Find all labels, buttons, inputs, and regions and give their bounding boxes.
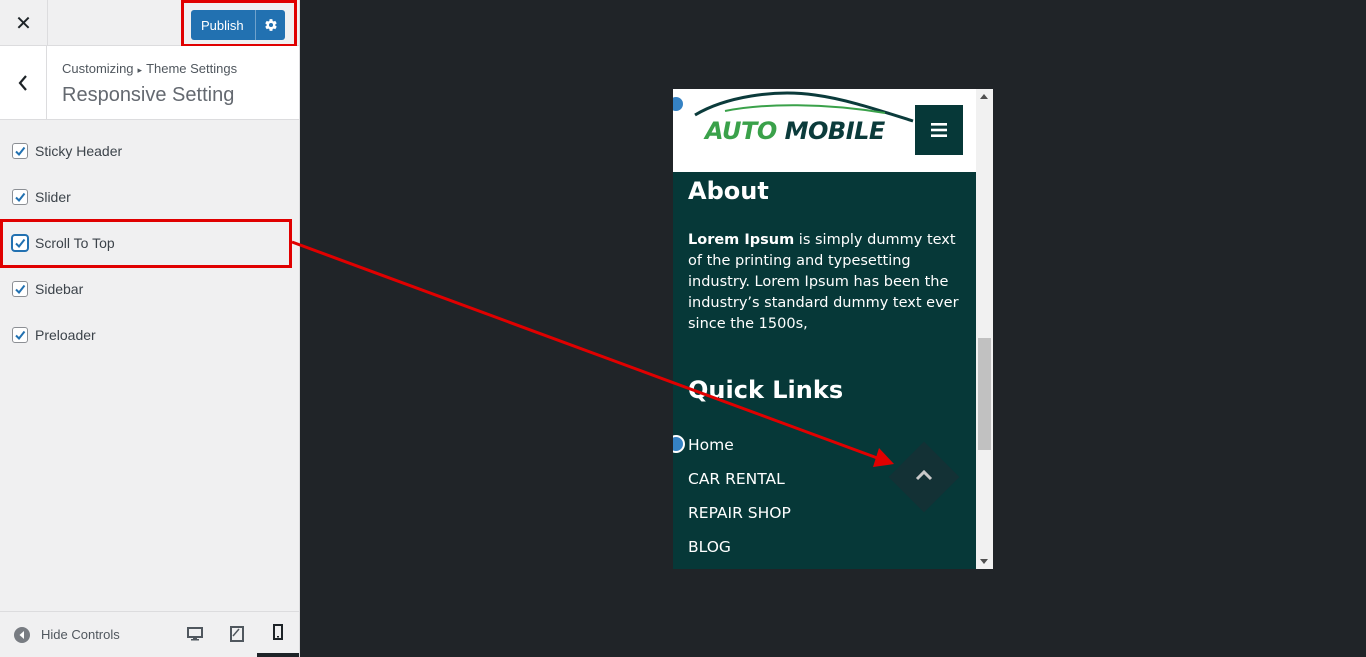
quick-links-heading: Quick Links (688, 376, 844, 404)
mobile-icon (273, 624, 283, 640)
mobile-menu-button[interactable] (915, 105, 963, 155)
option-preloader[interactable]: Preloader (12, 327, 96, 343)
scrollbar-thumb[interactable] (978, 338, 991, 450)
option-sticky-header[interactable]: Sticky Header (12, 143, 122, 159)
scroll-up-arrow-icon[interactable] (980, 94, 988, 99)
about-text: Lorem Ipsum is simply dummy text of the … (688, 230, 968, 335)
option-slider[interactable]: Slider (12, 189, 71, 205)
hide-controls-button[interactable]: Hide Controls (14, 626, 120, 643)
checkmark-icon (15, 192, 26, 203)
edit-shortcut-icon[interactable] (673, 435, 685, 453)
option-sidebar[interactable]: Sidebar (12, 281, 83, 297)
section-header: Customizing ▸ Theme Settings Responsive Se… (0, 46, 299, 120)
chevron-up-icon (915, 469, 933, 481)
about-bold: Lorem Ipsum (688, 232, 795, 248)
tablet-icon (230, 626, 244, 642)
slider-checkbox[interactable] (12, 189, 28, 205)
preview-site-header: AUTO MOBILE (673, 89, 976, 172)
mobile-preview-frame: AUTO MOBILE About Lorem Ipsum is simply … (673, 89, 993, 569)
publish-button[interactable]: Publish (191, 10, 285, 40)
quick-link-repair-shop[interactable]: REPAIR SHOP (688, 504, 791, 522)
preview-scrollbar[interactable] (976, 89, 993, 569)
checkmark-icon (15, 330, 26, 341)
option-label: Sticky Header (35, 143, 123, 159)
quick-link-blog[interactable]: BLOG (688, 538, 731, 556)
close-icon: ✕ (15, 12, 32, 35)
option-label: Scroll To Top (35, 235, 115, 251)
desktop-icon (187, 627, 203, 641)
scroll-to-top-checkbox[interactable] (12, 235, 28, 251)
preloader-checkbox[interactable] (12, 327, 28, 343)
quick-link-home[interactable]: Home (688, 436, 734, 454)
customizer-panel: ✕ Publish Customizing ▸ Theme Settings Res… (0, 0, 300, 657)
section-title: Responsive Setting (62, 84, 235, 106)
site-logo[interactable]: AUTO MOBILE (705, 117, 885, 145)
option-label: Slider (35, 189, 71, 205)
sticky-header-checkbox[interactable] (12, 143, 28, 159)
sidebar-checkbox[interactable] (12, 281, 28, 297)
checkmark-icon (15, 284, 26, 295)
close-customizer-button[interactable]: ✕ (0, 0, 48, 46)
about-heading: About (688, 177, 769, 205)
device-tablet-button[interactable] (216, 611, 258, 657)
breadcrumb: Customizing ▸ Theme Settings (62, 61, 237, 76)
quick-link-car-rental[interactable]: CAR RENTAL (688, 470, 785, 488)
checkmark-icon (15, 238, 26, 249)
gear-icon[interactable] (255, 10, 285, 40)
collapse-icon (14, 626, 30, 643)
breadcrumb-current: Theme Settings (146, 61, 238, 76)
back-button[interactable] (0, 46, 47, 119)
hamburger-icon (931, 123, 947, 137)
device-desktop-button[interactable] (174, 611, 216, 657)
option-label: Preloader (35, 327, 96, 343)
breadcrumb-separator: ▸ (137, 65, 143, 75)
hide-controls-label: Hide Controls (41, 627, 120, 642)
publish-label: Publish (201, 17, 244, 33)
chevron-left-icon (18, 74, 27, 91)
customizer-header: ✕ Publish (0, 0, 299, 47)
customizer-footer: Hide Controls (0, 611, 299, 657)
option-scroll-to-top[interactable]: Scroll To Top (12, 235, 115, 251)
edit-shortcut-icon[interactable] (673, 95, 685, 113)
breadcrumb-parent: Customizing (62, 61, 134, 76)
publish-highlight-box: Publish (181, 0, 297, 47)
preview-footer-area: About Lorem Ipsum is simply dummy text o… (673, 172, 976, 569)
scroll-down-arrow-icon[interactable] (980, 559, 988, 564)
checkmark-icon (15, 146, 26, 157)
device-mobile-button[interactable] (257, 611, 299, 657)
option-label: Sidebar (35, 281, 84, 297)
